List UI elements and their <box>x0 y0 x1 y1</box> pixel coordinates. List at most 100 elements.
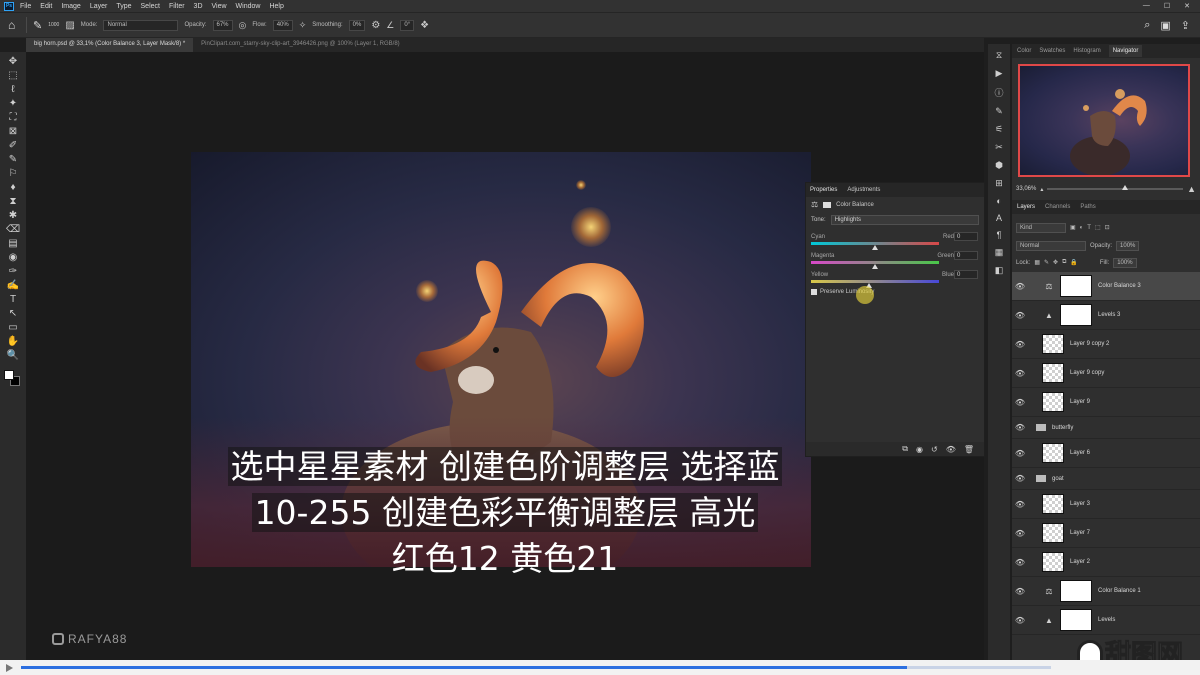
airbrush-icon[interactable]: ✧ <box>299 20 307 31</box>
filter-type-icon[interactable]: T <box>1087 225 1091 231</box>
video-progress-track[interactable] <box>21 666 1051 669</box>
tab-starry-sky[interactable]: PinClipart.com_starry-sky-clip-art_39464… <box>193 38 408 52</box>
layer-thumbnail[interactable] <box>1042 392 1064 412</box>
layer-row[interactable]: 👁 ▲ Levels 3 <box>1012 301 1200 330</box>
menu-help[interactable]: Help <box>269 3 283 10</box>
layer-row[interactable]: 👁 Layer 9 copy 2 <box>1012 330 1200 359</box>
lock-all-icon[interactable]: 🔒 <box>1070 259 1077 266</box>
tab-navigator[interactable]: Navigator <box>1108 45 1143 57</box>
menu-edit[interactable]: Edit <box>40 3 52 10</box>
lock-paint-icon[interactable]: ✎ <box>1044 259 1049 266</box>
home-icon[interactable]: ⌂ <box>8 19 20 31</box>
menu-file[interactable]: File <box>20 3 31 10</box>
history-icon[interactable]: ⧖ <box>996 50 1002 61</box>
layer-visibility-icon[interactable]: 👁 <box>1012 474 1028 483</box>
brush-tool-icon[interactable]: ✎ <box>33 19 42 32</box>
tab-histogram[interactable]: Histogram <box>1073 48 1100 54</box>
trash-icon[interactable]: 🗑 <box>964 445 974 454</box>
layer-visibility-icon[interactable]: 👁 <box>1012 423 1028 432</box>
layer-mask-thumbnail[interactable] <box>1060 580 1092 602</box>
maximize-button[interactable]: ☐ <box>1164 2 1170 10</box>
zoom-slider-knob[interactable] <box>1122 185 1128 190</box>
slider-value-field[interactable]: 0 <box>954 270 978 279</box>
tab-big-horn[interactable]: big horn.psd @ 33,1% (Color Balance 3, L… <box>26 38 194 52</box>
play-icon[interactable] <box>6 663 13 672</box>
brush-settings-icon[interactable]: ✎ <box>995 106 1003 117</box>
clone-stamp-tool-icon[interactable]: ♦ <box>6 182 20 194</box>
checkbox-icon[interactable] <box>811 289 817 295</box>
flow-field[interactable]: 40% <box>272 19 293 31</box>
slider-value-field[interactable]: 0 <box>954 251 978 260</box>
filter-pixel-icon[interactable]: ▣ <box>1070 224 1076 231</box>
layer-visibility-icon[interactable]: 👁 <box>1012 449 1028 458</box>
layer-row[interactable]: 👁 ⚖ Color Balance 3 <box>1012 272 1200 301</box>
layer-visibility-icon[interactable]: 👁 <box>1012 311 1028 320</box>
layer-visibility-icon[interactable]: 👁 <box>1012 558 1028 567</box>
properties-icon[interactable]: ⊞ <box>995 178 1003 189</box>
magenta-green-slider[interactable] <box>811 261 939 269</box>
menu-filter[interactable]: Filter <box>169 3 185 10</box>
workspace-icon[interactable]: ▣ <box>1160 19 1170 32</box>
layer-row[interactable]: 👁 goat <box>1012 468 1200 490</box>
menu-3d[interactable]: 3D <box>194 3 203 10</box>
menu-window[interactable]: Window <box>236 3 261 10</box>
zoom-value[interactable]: 33,06% <box>1016 186 1036 192</box>
actions-icon[interactable]: ▶ <box>996 68 1003 79</box>
tab-properties[interactable]: Properties <box>810 187 837 193</box>
layer-thumbnail[interactable] <box>1042 443 1064 463</box>
menu-image[interactable]: Image <box>61 3 80 10</box>
layer-thumbnail[interactable] <box>1042 552 1064 572</box>
adjust-icon[interactable]: ⚟ <box>995 124 1003 135</box>
crop-tool-icon[interactable]: ⛶ <box>6 112 20 124</box>
smoothing-options-icon[interactable]: ⚙ <box>371 20 380 31</box>
smoothing-field[interactable]: 0% <box>348 19 366 31</box>
layer-row[interactable]: 👁 Layer 9 <box>1012 388 1200 417</box>
zoom-tool-icon[interactable]: 🔍 <box>6 350 20 362</box>
lock-position-icon[interactable]: ✥ <box>1053 259 1058 266</box>
cyan-red-slider[interactable] <box>811 242 939 250</box>
kind-filter-dropdown[interactable]: Kind <box>1016 222 1066 233</box>
eyedropper-tool-icon[interactable]: ✐ <box>6 140 20 152</box>
layer-row[interactable]: 👁 ⚖ Color Balance 1 <box>1012 577 1200 606</box>
dodge-tool-icon[interactable]: ✑ <box>6 266 20 278</box>
navigator-thumbnail[interactable] <box>1018 64 1190 177</box>
slider-thumb[interactable] <box>872 264 878 269</box>
layer-row[interactable]: 👁 butterfly <box>1012 417 1200 439</box>
slider-value-field[interactable]: 0 <box>954 232 978 241</box>
share-icon[interactable]: ⇪ <box>1181 19 1190 32</box>
menu-view[interactable]: View <box>212 3 227 10</box>
close-button[interactable]: ✕ <box>1184 2 1190 10</box>
filter-smart-icon[interactable]: ⊡ <box>1105 224 1110 231</box>
blur-tool-icon[interactable]: ◉ <box>6 252 20 264</box>
layers-icon[interactable]: ◧ <box>995 265 1004 276</box>
tab-layers[interactable]: Layers <box>1017 204 1035 210</box>
character-icon[interactable]: A <box>996 213 1002 223</box>
tools-preset-icon[interactable]: ✂ <box>995 142 1003 153</box>
layer-mask-thumbnail[interactable] <box>1060 275 1092 297</box>
shape-tool-icon[interactable]: ▭ <box>6 322 20 334</box>
layer-row[interactable]: 👁 Layer 7 <box>1012 519 1200 548</box>
tab-adjustments[interactable]: Adjustments <box>847 187 880 193</box>
brush-settings-icon[interactable]: ▨ <box>65 20 74 31</box>
color-icon[interactable]: ◐ <box>996 196 1001 206</box>
layer-thumbnail[interactable] <box>1042 363 1064 383</box>
layer-visibility-icon[interactable]: 👁 <box>1012 282 1028 291</box>
brush-tool-icon[interactable]: ⚐ <box>6 168 20 180</box>
eraser-tool-icon[interactable]: ✱ <box>6 210 20 222</box>
layer-visibility-icon[interactable]: 👁 <box>1012 500 1028 509</box>
path-selection-tool-icon[interactable]: ↖ <box>6 308 20 320</box>
3d-icon[interactable]: ⬢ <box>995 160 1003 171</box>
layer-mask-thumbnail[interactable] <box>1060 304 1092 326</box>
yellow-blue-slider[interactable] <box>811 280 939 288</box>
tab-color[interactable]: Color <box>1017 48 1031 54</box>
menu-select[interactable]: Select <box>141 3 160 10</box>
layer-visibility-icon[interactable]: 👁 <box>1012 529 1028 538</box>
brush-size-label[interactable]: 1000 <box>48 22 59 28</box>
fill-field[interactable]: 100% <box>1113 257 1137 268</box>
angle-field[interactable]: 0° <box>400 19 415 31</box>
layer-mask-thumbnail[interactable] <box>1060 609 1092 631</box>
blend-mode-dropdown[interactable]: Normal <box>1016 240 1086 251</box>
history-brush-tool-icon[interactable]: ⧗ <box>6 196 20 208</box>
clip-icon[interactable]: ⧉ <box>902 444 908 454</box>
layer-visibility-icon[interactable]: 👁 <box>1012 369 1028 378</box>
